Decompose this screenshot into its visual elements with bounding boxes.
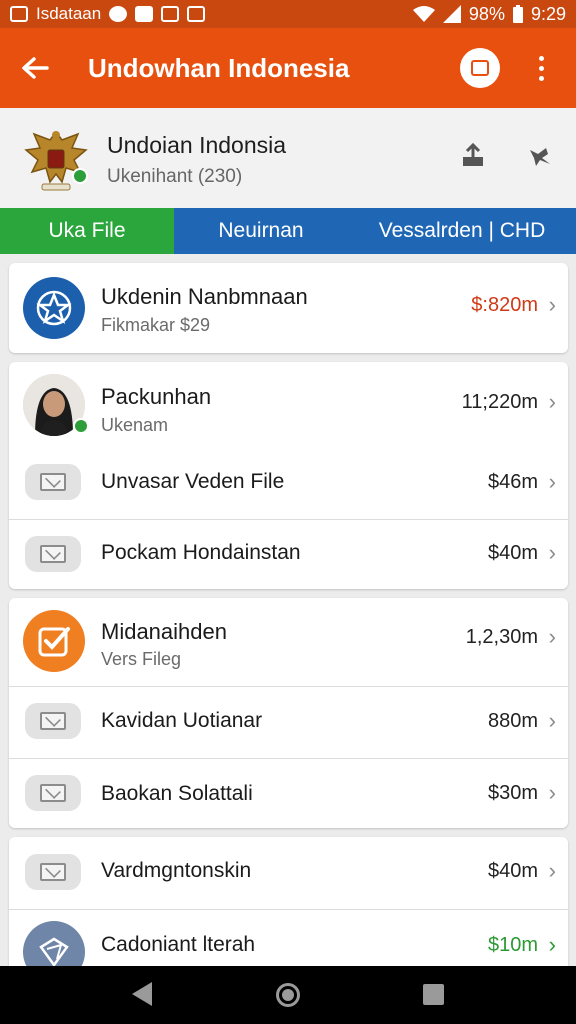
nav-home-icon[interactable] [276,983,300,1007]
document-action-button[interactable] [460,48,500,88]
row-amount: $10m [487,934,538,956]
row-title: Kavidan Uotianar [101,709,263,732]
nav-recents-icon[interactable] [423,984,444,1005]
pin-button[interactable] [526,144,554,175]
tab-neuirnan[interactable]: Neuirnan [174,208,348,254]
row-title: Baokan Solattali [101,782,253,805]
row-amount: $40m [487,860,538,882]
chevron-right-icon: › [548,469,556,494]
chevron-right-icon: › [548,780,556,805]
share-button[interactable] [460,142,486,175]
profile-name: Undoian Indonsia [107,132,287,158]
more-dot-icon [538,75,544,81]
image-notification-icon [10,6,28,22]
signal-icon [442,5,461,23]
garuda-emblem-icon [24,130,88,191]
nav-back-icon[interactable] [132,982,152,1006]
chevron-right-icon: › [548,292,556,317]
row-amount: $30m [487,782,538,804]
row-title: Vardmgntonskin [101,859,252,882]
list-item[interactable]: Ukdenin Nanbmnaan Fikmakar $29 $:820m › [9,263,568,353]
row-amount: $46m [487,471,538,493]
arrow-left-icon [22,57,49,79]
row-amount: $:820m [471,294,538,316]
list-item[interactable]: Baokan Solattali $30m › [9,758,568,828]
chevron-right-icon: › [548,932,556,957]
row-title: Ukdenin Nanbmnaan [101,284,308,309]
profile-header: Undoian Indonsia Ukenihant (230) [0,108,576,208]
status-app-label: Isdataan [36,4,102,23]
status-left: Isdataan [10,4,206,24]
card-2: Packunhan Ukenam 11;220m › Unvasar Veden… [9,362,568,589]
card-1: Ukdenin Nanbmnaan Fikmakar $29 $:820m › [9,263,568,353]
row-amount: $40m [487,542,538,564]
chevron-right-icon: › [548,540,556,565]
chevron-right-icon: › [548,858,556,883]
list-item[interactable]: Kavidan Uotianar 880m › [9,686,568,758]
list-item[interactable]: Packunhan Ukenam 11;220m › [9,362,568,446]
mail-icon [25,464,81,500]
more-dot-icon [538,55,544,61]
list-item[interactable]: Vardmgntonskin $40m › [9,837,568,909]
app-title: Undowhan Indonesia [88,52,350,83]
share-icon [463,142,483,166]
battery-icon [512,5,523,23]
back-button[interactable] [0,28,70,108]
row-subtitle: Ukenam [101,415,169,435]
row-title: Midanaihden [101,619,227,644]
document-icon [471,60,489,76]
app-notification-icon [135,6,154,22]
list-item[interactable]: Pockam Hondainstan $40m › [9,519,568,589]
tab-bar: Uka File Neuirnan Vessalrden | CHD [0,208,576,254]
row-title: Unvasar Veden File [101,470,285,493]
card-3: Midanaihden Vers Fileg 1,2,30m › Kavidan… [9,598,568,828]
system-nav-bar [0,966,576,1024]
row-subtitle: Fikmakar $29 [101,315,211,335]
photo-notification-icon [161,6,180,22]
star-person-icon [23,277,85,339]
row-title: Pockam Hondainstan [101,541,301,564]
overflow-menu-button[interactable] [526,48,556,88]
edit-check-icon [23,610,85,672]
list-item[interactable]: Midanaihden Vers Fileg 1,2,30m › [9,598,568,686]
online-status-icon [73,418,89,434]
row-title: Packunhan [101,384,212,409]
mail-icon [25,536,81,572]
row-amount: 11;220m [461,391,538,413]
mail-icon [25,703,81,739]
profile-subtitle: Ukenihant (230) [107,166,243,187]
record-notification-icon [109,6,128,22]
row-title: Cadoniant lterah [101,933,256,956]
status-bar: Isdataan 98% 9:29 [0,0,576,28]
status-right: 98% 9:29 [412,3,566,25]
chevron-right-icon: › [548,708,556,733]
wifi-icon [412,6,435,22]
chevron-right-icon: › [548,624,556,649]
row-amount: 880m [487,710,538,732]
list-item[interactable]: Unvasar Veden File $46m › [9,446,568,519]
row-amount: 1,2,30m [465,626,538,648]
chevron-right-icon: › [548,389,556,414]
more-dot-icon [538,65,544,71]
mail-icon [25,775,81,811]
row-subtitle: Vers Fileg [101,649,182,669]
app-bar: Undowhan Indonesia [0,28,576,108]
mail-icon [25,854,81,890]
online-status-icon [72,168,88,184]
status-time: 9:29 [530,3,566,24]
battery-percent: 98% [468,3,505,24]
pin-icon [530,148,550,166]
mail-notification-icon [187,6,206,22]
tab-vessalrden[interactable]: Vessalrden | CHD [348,208,576,254]
tab-uka-file[interactable]: Uka File [0,208,174,254]
